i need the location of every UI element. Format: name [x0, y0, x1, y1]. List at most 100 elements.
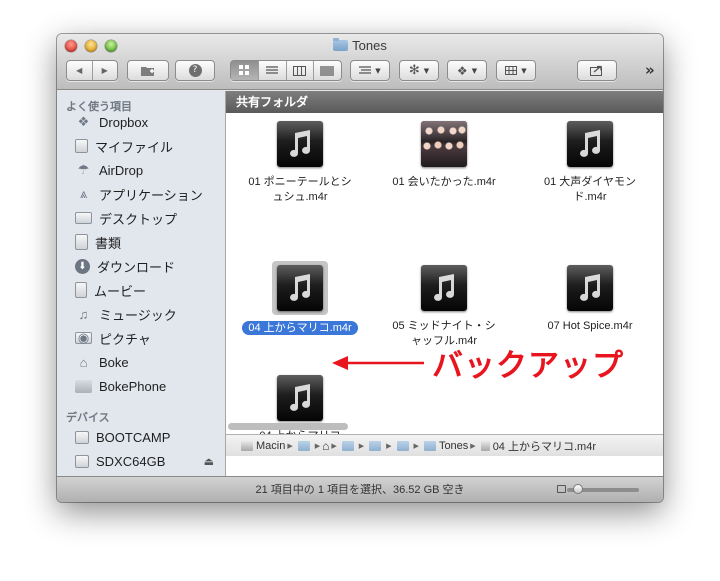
cover-flow-icon	[320, 65, 334, 76]
backup-annotation: バックアップ	[332, 345, 662, 384]
file-item[interactable]: 01 会いたかった.m4r	[374, 121, 514, 190]
folder-icon[interactable]	[341, 440, 354, 451]
gear-icon: ✻	[408, 63, 420, 78]
airdrop-icon: ☂	[77, 162, 90, 177]
small-icon-size-icon	[557, 485, 566, 493]
back-forward-control: ◀ ▶	[66, 60, 118, 81]
annotation-text: バックアップ	[432, 348, 624, 384]
chevron-right-icon: ▶	[287, 442, 293, 450]
path-segment-file[interactable]: 04 上からマリコ.m4r	[493, 438, 596, 454]
chevron-right-icon: ▶	[470, 442, 476, 450]
sidebar-item-applications[interactable]: ⩓ アプリケーション	[75, 183, 203, 205]
list-view-button[interactable]	[259, 61, 287, 80]
file-item[interactable]: 01 大声ダイヤモン ド.m4r	[520, 121, 660, 205]
sidebar-item-music[interactable]: ♫ ミュージック	[75, 303, 177, 325]
forward-button[interactable]: ▶	[93, 61, 118, 80]
music-note-icon	[277, 265, 323, 311]
desktop-icon	[75, 212, 92, 224]
slider-knob[interactable]	[573, 484, 583, 494]
grid-icon	[505, 66, 518, 75]
info-icon: ?	[188, 64, 202, 77]
icon-view-button[interactable]	[231, 61, 259, 80]
new-folder-icon	[141, 66, 154, 76]
chevron-right-icon: ▶	[413, 442, 419, 450]
eject-icon[interactable]: ⏏	[204, 455, 214, 468]
chevron-down-icon: ▼	[521, 66, 527, 75]
cover-flow-view-button[interactable]	[314, 61, 341, 80]
sidebar-item-bokephone[interactable]: BokePhone	[75, 375, 166, 397]
file-item[interactable]: 07 Hot Spice.m4r	[520, 265, 660, 334]
folder-icon[interactable]	[369, 440, 382, 451]
sidebar-item-bootcamp[interactable]: BOOTCAMP	[75, 426, 170, 448]
back-button[interactable]: ◀	[67, 61, 93, 80]
music-note-icon	[277, 375, 323, 421]
icon-view-icon	[238, 65, 249, 75]
path-bar: Macin ▶ ▶ ⌂ ▶ ▶ ▶ ▶ Tones ▶ 04 上からマリコ.m4…	[226, 434, 663, 456]
music-note-icon	[277, 121, 323, 167]
file-item-selected[interactable]: 04 上からマリコ.m4r	[230, 261, 370, 336]
folder-icon[interactable]	[297, 440, 310, 451]
chevron-right-icon: ▶	[358, 442, 365, 450]
folder-icon	[75, 379, 92, 393]
chevron-down-icon: ▼	[423, 66, 430, 75]
path-segment-volume[interactable]: Macin	[256, 440, 285, 452]
new-folder-button[interactable]	[127, 60, 169, 81]
sidebar-item-desktop[interactable]: デスクトップ	[75, 207, 177, 229]
horizontal-scrollbar[interactable]	[228, 423, 348, 430]
folder-icon	[423, 440, 436, 451]
disk-icon	[75, 430, 89, 444]
file-item[interactable]: 01 ポニーテールとシ ュシュ.m4r	[230, 121, 370, 205]
action-menu-button[interactable]: ✻ ▼	[399, 60, 439, 81]
left-arrow-annotation	[332, 356, 424, 370]
share-button[interactable]	[577, 60, 617, 81]
sidebar-item-sdxc64gb[interactable]: SDXC64GB ⏏	[75, 450, 221, 472]
file-item[interactable]: 05 ミッドナイト・シ ャッフル.m4r	[374, 265, 514, 349]
share-icon	[590, 65, 602, 76]
sidebar-item-dropbox[interactable]: ❖ Dropbox	[75, 111, 148, 133]
sidebar-item-downloads[interactable]: ⬇ ダウンロード	[75, 255, 175, 277]
downloads-icon: ⬇	[75, 258, 90, 274]
chevron-down-icon: ▼	[375, 66, 381, 75]
sidebar-item-home[interactable]: ⌂ Boke	[75, 351, 129, 373]
finder-window: Tones ◀ ▶ ? ▼ ✻ ▼ ❖ ▼ ▼ » よく使う項目 ❖ Dropb…	[57, 34, 663, 502]
music-icon: ♫	[78, 306, 89, 322]
sidebar-section-devices: デバイス	[66, 412, 110, 424]
arrange-menu-button[interactable]: ▼	[350, 60, 390, 81]
list-view-icon	[266, 65, 279, 74]
status-text: 21 項目中の 1 項目を選択、36.52 GB 空き	[255, 484, 465, 496]
sidebar-item-pictures[interactable]: ◉ ピクチャ	[75, 327, 151, 349]
column-view-button[interactable]	[287, 61, 315, 80]
sidebar: よく使う項目 ❖ Dropbox マイファイル ☂ AirDrop ⩓ アプリケーショ…	[57, 91, 226, 476]
all-my-files-icon	[75, 139, 88, 153]
chevron-down-icon: ▼	[471, 66, 478, 75]
forward-arrow-icon: ▶	[101, 66, 108, 75]
titlebar: Tones ◀ ▶ ? ▼ ✻ ▼ ❖ ▼ ▼ »	[57, 34, 663, 90]
folder-icon	[333, 38, 349, 51]
file-browser: 共有フォルダ 01 ポニーテールとシ ュシュ.m4r 01 会いたかった.m4r	[226, 91, 663, 476]
sidebar-item-airdrop[interactable]: ☂ AirDrop	[75, 159, 143, 181]
sidebar-item-movies[interactable]: ムービー	[75, 279, 146, 301]
toolbar-overflow-button[interactable]: »	[645, 61, 655, 79]
dropbox-icon: ❖	[456, 63, 468, 78]
status-bar: 21 項目中の 1 項目を選択、36.52 GB 空き	[57, 476, 663, 502]
pictures-icon: ◉	[75, 330, 92, 345]
grid-menu-button[interactable]: ▼	[496, 60, 536, 81]
sidebar-item-documents[interactable]: 書類	[75, 231, 121, 253]
music-note-icon	[421, 265, 467, 311]
sidebar-item-all-my-files[interactable]: マイファイル	[75, 135, 173, 157]
get-info-button[interactable]: ?	[175, 60, 215, 81]
home-icon: ⌂	[79, 354, 88, 370]
folder-header: 共有フォルダ	[226, 91, 663, 113]
view-mode-control	[230, 60, 342, 81]
music-note-icon	[567, 265, 613, 311]
folder-icon[interactable]	[396, 440, 409, 451]
album-photo	[421, 121, 467, 167]
column-view-icon	[293, 65, 307, 76]
disk-icon	[241, 440, 253, 451]
icon-size-slider[interactable]	[567, 484, 639, 494]
music-note-icon	[567, 121, 613, 167]
dropbox-menu-button[interactable]: ❖ ▼	[447, 60, 487, 81]
window-title: Tones	[57, 38, 663, 53]
home-icon[interactable]: ⌂	[322, 439, 329, 453]
path-segment-tones[interactable]: Tones	[439, 440, 468, 452]
